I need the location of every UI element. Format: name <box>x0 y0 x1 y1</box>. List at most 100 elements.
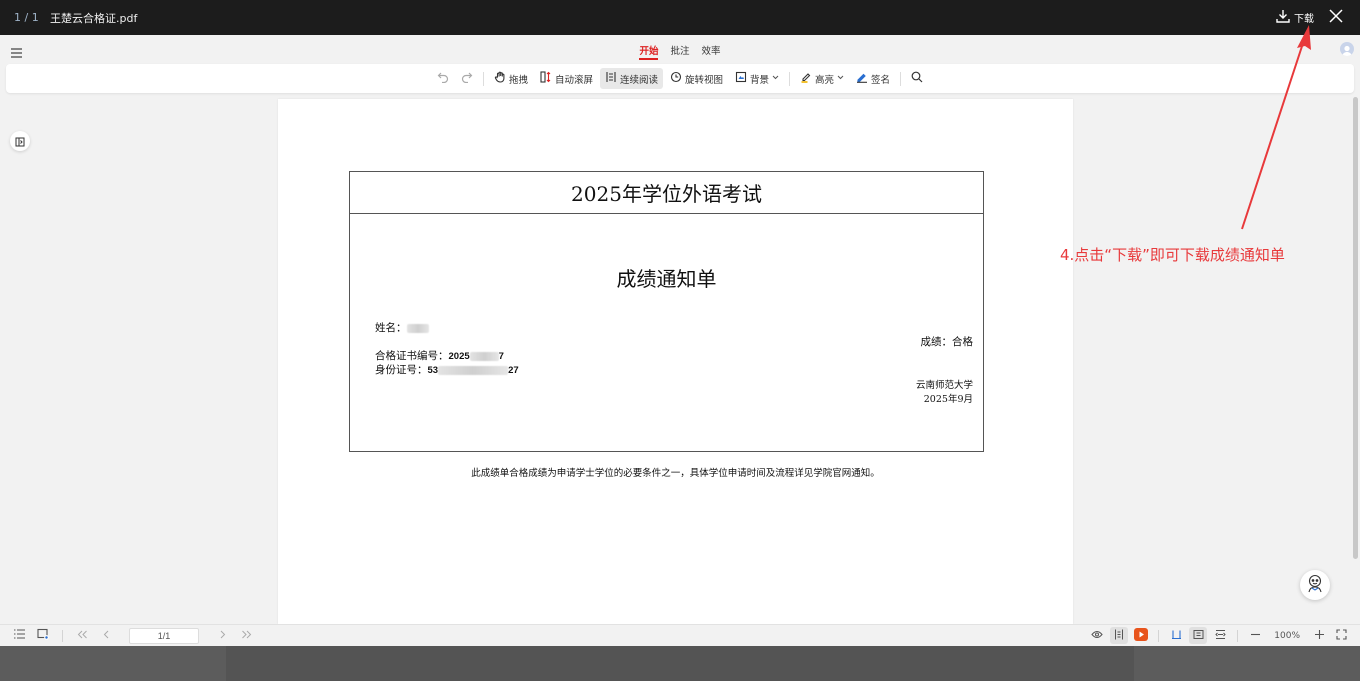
score-label: 成绩： <box>920 336 953 348</box>
eye-comfort-button[interactable] <box>1088 627 1106 644</box>
two-page-icon <box>1193 629 1204 643</box>
cert-number-field: 合格证书编号：2025 7 <box>375 348 504 363</box>
toolbar: 拖拽 自动滚屏 连续阅读 旋转视图 背景 高亮 签名 <box>6 64 1354 93</box>
menu-row: 开始 批注 效率 <box>0 35 1360 63</box>
vertical-scrollbar[interactable] <box>1353 97 1358 559</box>
fullscreen-icon <box>1335 628 1347 643</box>
title-bar: 1 / 1 王楚云合格证.pdf 下载 <box>0 0 1360 35</box>
university-name: 云南师范大学 <box>915 380 973 391</box>
continuous-view-icon <box>1114 629 1124 643</box>
cert-number-label: 合格证书编号： <box>375 350 449 362</box>
highlight-button[interactable]: 高亮 <box>795 68 849 89</box>
fit-width-button[interactable] <box>1211 627 1229 644</box>
zoom-in-button[interactable] <box>1310 627 1328 644</box>
assistant-button[interactable] <box>1300 570 1330 600</box>
page-number-input[interactable] <box>129 627 199 644</box>
avatar[interactable] <box>1340 42 1354 56</box>
zoom-out-button[interactable] <box>1246 627 1264 644</box>
hand-icon <box>494 71 506 86</box>
fit-width-icon <box>1215 629 1226 643</box>
search-button[interactable] <box>906 68 928 89</box>
toolbar-divider <box>900 71 902 86</box>
plus-icon <box>1314 629 1325 643</box>
prev-page-button[interactable] <box>97 627 115 644</box>
two-page-button[interactable] <box>1189 627 1208 644</box>
name-field: 姓名： <box>375 320 429 335</box>
auto-scroll-button[interactable]: 自动滚屏 <box>535 68 598 89</box>
fullscreen-button[interactable] <box>1332 627 1350 644</box>
thumbnail-icon <box>37 628 49 643</box>
redacted-name <box>406 323 429 333</box>
single-page-button[interactable] <box>1167 627 1185 644</box>
redacted-cert-number <box>469 351 499 361</box>
toolbar-group: 拖拽 自动滚屏 连续阅读 旋转视图 背景 高亮 签名 <box>432 68 928 89</box>
signature-button[interactable]: 签名 <box>851 68 895 89</box>
thumbnail-button[interactable] <box>34 627 52 644</box>
status-bar-right: 100% <box>1088 627 1350 644</box>
background-label: 背景 <box>750 74 770 86</box>
issue-date: 2025年9月 <box>923 394 973 405</box>
page-count: 1 / 1 <box>14 11 39 24</box>
next-page-button[interactable] <box>213 627 231 644</box>
close-icon <box>1329 8 1343 27</box>
document-page: 2025年学位外语考试 成绩通知单 姓名： 合格证书编号：2025 7 身份证号：… <box>278 99 1073 624</box>
tab-start[interactable]: 开始 <box>639 35 659 60</box>
auto-scroll-label: 自动滚屏 <box>554 74 593 86</box>
status-divider <box>1237 629 1239 642</box>
continuous-read-button[interactable]: 连续阅读 <box>599 68 663 89</box>
status-divider <box>62 629 63 642</box>
last-page-button[interactable] <box>237 627 255 644</box>
file-name: 王楚云合格证.pdf <box>50 11 138 25</box>
score-field: 成绩：合格 <box>921 334 974 349</box>
status-divider <box>1158 629 1160 642</box>
play-button[interactable] <box>1132 627 1150 644</box>
cert-number-prefix: 2025 <box>448 351 470 362</box>
redacted-id-number <box>438 365 509 375</box>
toolbar-divider <box>789 71 791 86</box>
chevron-left-icon <box>103 630 110 642</box>
tab-efficiency[interactable]: 效率 <box>702 35 721 60</box>
highlighter-icon <box>800 71 812 86</box>
redo-button[interactable] <box>456 68 478 89</box>
annotation-arrow <box>1241 25 1311 230</box>
list-icon <box>13 629 25 642</box>
toolbar-divider <box>482 71 484 86</box>
annotation-text: 4.点击“下载”即可下载成绩通知单 <box>1060 246 1285 264</box>
zoom-level[interactable]: 100% <box>1268 631 1306 641</box>
id-number-suffix: 27 <box>508 365 519 376</box>
sidebar-toggle-button[interactable] <box>10 131 30 151</box>
drag-label: 拖拽 <box>508 74 528 86</box>
status-bar: 100% <box>0 624 1360 646</box>
highlight-label: 高亮 <box>815 74 835 86</box>
close-button[interactable] <box>1326 8 1346 28</box>
minus-icon <box>1250 629 1261 643</box>
continuous-view-button[interactable] <box>1110 627 1129 644</box>
main-tabs: 开始 批注 效率 <box>0 35 1360 63</box>
background-icon <box>735 71 747 86</box>
id-number-label: 身份证号： <box>375 364 428 376</box>
status-bar-left <box>10 627 255 644</box>
rotate-icon <box>670 71 682 86</box>
rotate-view-label: 旋转视图 <box>684 74 723 86</box>
drag-button[interactable]: 拖拽 <box>489 68 533 89</box>
eye-icon <box>1091 630 1103 642</box>
id-number-prefix: 53 <box>427 365 439 376</box>
bottom-band-inner <box>226 646 1134 681</box>
rotate-view-button[interactable]: 旋转视图 <box>665 68 728 89</box>
undo-button[interactable] <box>432 68 454 89</box>
outline-button[interactable] <box>10 627 28 644</box>
chevron-right-icon <box>219 630 226 642</box>
footnote: 此成绩单合格成绩为申请学士学位的必要条件之一，具体学位申请时间及流程详见学院官网… <box>471 468 880 479</box>
id-number-field: 身份证号：53 27 <box>375 362 519 377</box>
score-value: 合格 <box>952 336 973 348</box>
single-page-icon <box>1171 629 1182 643</box>
name-label: 姓名： <box>375 322 407 334</box>
first-page-button[interactable] <box>73 627 91 644</box>
search-icon <box>911 71 923 86</box>
background-button[interactable]: 背景 <box>730 68 784 89</box>
double-chevron-left-icon <box>77 630 88 642</box>
tab-annotate[interactable]: 批注 <box>670 35 689 60</box>
continuous-read-icon <box>605 71 617 86</box>
play-icon <box>1134 627 1149 644</box>
bottom-band <box>0 646 1360 681</box>
